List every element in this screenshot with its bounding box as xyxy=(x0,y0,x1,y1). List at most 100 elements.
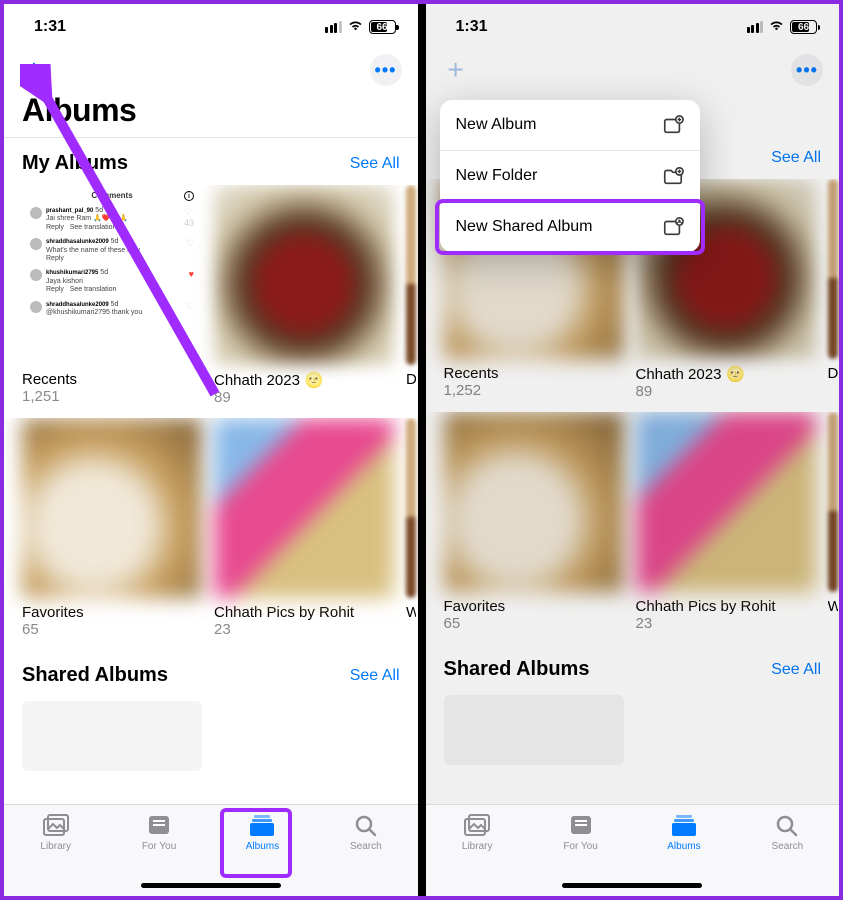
album-name: Recents xyxy=(22,371,202,388)
menu-label: New Folder xyxy=(456,167,538,185)
add-button[interactable]: + xyxy=(20,56,48,84)
page-title: Albums xyxy=(4,90,418,137)
album-card-peek[interactable]: W xyxy=(828,412,838,632)
menu-label: New Shared Album xyxy=(456,218,593,236)
library-icon xyxy=(42,813,70,837)
section-my-albums: My Albums xyxy=(22,152,128,175)
section-shared-albums: Shared Albums xyxy=(444,658,590,681)
album-card-chhath-pics[interactable]: Chhath Pics by Rohit 23 xyxy=(214,418,394,638)
library-icon xyxy=(463,813,491,837)
battery-icon: 66 xyxy=(369,20,396,34)
album-name: D xyxy=(406,371,416,388)
create-menu: New Album New Folder New Shared Album xyxy=(440,100,700,252)
album-thumb: Commentsi prashant_pal_90 5dJai shree Ra… xyxy=(22,185,202,365)
shared-album-card[interactable] xyxy=(22,701,202,771)
album-thumb xyxy=(444,412,624,592)
albums-icon xyxy=(248,813,276,837)
more-button[interactable]: ••• xyxy=(791,54,823,86)
search-icon xyxy=(352,813,380,837)
album-name: Favorites xyxy=(22,604,202,621)
album-name: Recents xyxy=(444,365,624,382)
album-count: 65 xyxy=(444,615,624,632)
add-button[interactable]: + xyxy=(442,56,470,84)
wifi-icon xyxy=(768,18,785,36)
tab-label: Library xyxy=(40,841,71,852)
menu-new-folder[interactable]: New Folder xyxy=(440,150,700,201)
album-count: 89 xyxy=(214,389,394,406)
section-shared-albums: Shared Albums xyxy=(22,664,168,687)
more-button[interactable]: ••• xyxy=(370,54,402,86)
album-thumb xyxy=(828,179,838,359)
battery-icon: 66 xyxy=(790,20,817,34)
album-thumb xyxy=(406,418,416,598)
album-card-favorites[interactable]: Favorites 65 xyxy=(22,418,202,638)
shared-album-card[interactable] xyxy=(444,695,624,765)
album-thumb xyxy=(828,412,838,592)
see-all-shared[interactable]: See All xyxy=(350,667,400,685)
album-card-favorites[interactable]: Favorites 65 xyxy=(444,412,624,632)
status-bar: 1:31 66 xyxy=(426,4,840,50)
album-name: Chhath Pics by Rohit xyxy=(636,598,816,615)
album-card-recents[interactable]: Commentsi prashant_pal_90 5dJai shree Ra… xyxy=(22,185,202,406)
album-name: Favorites xyxy=(444,598,624,615)
album-count: 1,252 xyxy=(444,382,624,399)
home-indicator[interactable] xyxy=(141,883,281,888)
status-bar: 1:31 66 xyxy=(4,4,418,50)
moon-emoji-icon: 🌝 xyxy=(726,365,745,383)
album-thumb xyxy=(636,412,816,592)
album-name: Chhath 2023🌝 xyxy=(214,371,394,389)
album-name: W xyxy=(406,604,416,621)
album-count: 1,251 xyxy=(22,388,202,405)
divider xyxy=(4,137,418,138)
cellular-icon xyxy=(325,21,342,33)
screenshot-left: 1:31 66 + ••• Albums My Albums See All C… xyxy=(4,4,418,896)
album-count: 23 xyxy=(636,615,816,632)
album-thumb xyxy=(22,418,202,598)
wifi-icon xyxy=(347,18,364,36)
menu-new-album[interactable]: New Album xyxy=(440,100,700,150)
tab-label: Search xyxy=(350,841,382,852)
tab-library[interactable]: Library xyxy=(426,813,529,896)
album-name: Chhath 2023🌝 xyxy=(636,365,816,383)
tab-label: For You xyxy=(142,841,176,852)
album-name: Chhath Pics by Rohit xyxy=(214,604,394,621)
see-all-shared[interactable]: See All xyxy=(771,661,821,679)
cellular-icon xyxy=(747,21,764,33)
album-count: 23 xyxy=(214,621,394,638)
see-all-my-albums[interactable]: See All xyxy=(771,149,821,167)
screenshot-right: 1:31 66 + ••• New Album New Folder New S… xyxy=(426,4,840,896)
tab-label: For You xyxy=(563,841,597,852)
my-albums-row-1: Commentsi prashant_pal_90 5dJai shree Ra… xyxy=(4,185,418,406)
album-card-peek[interactable]: D xyxy=(406,185,416,406)
album-thumb xyxy=(214,185,394,365)
album-card-peek[interactable]: W xyxy=(406,418,416,638)
album-thumb xyxy=(406,185,416,365)
tab-library[interactable]: Library xyxy=(4,813,107,896)
tab-search[interactable]: Search xyxy=(736,813,839,896)
for-you-icon xyxy=(145,813,173,837)
tab-label: Search xyxy=(771,841,803,852)
my-albums-row-2: Favorites 65 Chhath Pics by Rohit 23 W xyxy=(4,418,418,638)
tab-label: Albums xyxy=(246,841,279,852)
status-time: 1:31 xyxy=(456,18,488,36)
my-albums-row-2: Favorites 65 Chhath Pics by Rohit 23 W xyxy=(426,412,840,632)
tab-search[interactable]: Search xyxy=(314,813,417,896)
menu-label: New Album xyxy=(456,116,537,134)
new-folder-icon xyxy=(662,165,684,187)
album-card-chhath-2023[interactable]: Chhath 2023🌝 89 xyxy=(214,185,394,406)
new-album-icon xyxy=(662,114,684,136)
menu-new-shared-album[interactable]: New Shared Album xyxy=(440,201,700,252)
album-count: 65 xyxy=(22,621,202,638)
album-count: 89 xyxy=(636,383,816,400)
album-thumb xyxy=(214,418,394,598)
album-card-peek[interactable]: D xyxy=(828,179,838,400)
album-name: D xyxy=(828,365,838,382)
tab-label: Library xyxy=(462,841,493,852)
home-indicator[interactable] xyxy=(562,883,702,888)
tab-label: Albums xyxy=(667,841,700,852)
album-card-chhath-pics[interactable]: Chhath Pics by Rohit 23 xyxy=(636,412,816,632)
for-you-icon xyxy=(567,813,595,837)
see-all-my-albums[interactable]: See All xyxy=(350,155,400,173)
search-icon xyxy=(773,813,801,837)
album-name: W xyxy=(828,598,838,615)
